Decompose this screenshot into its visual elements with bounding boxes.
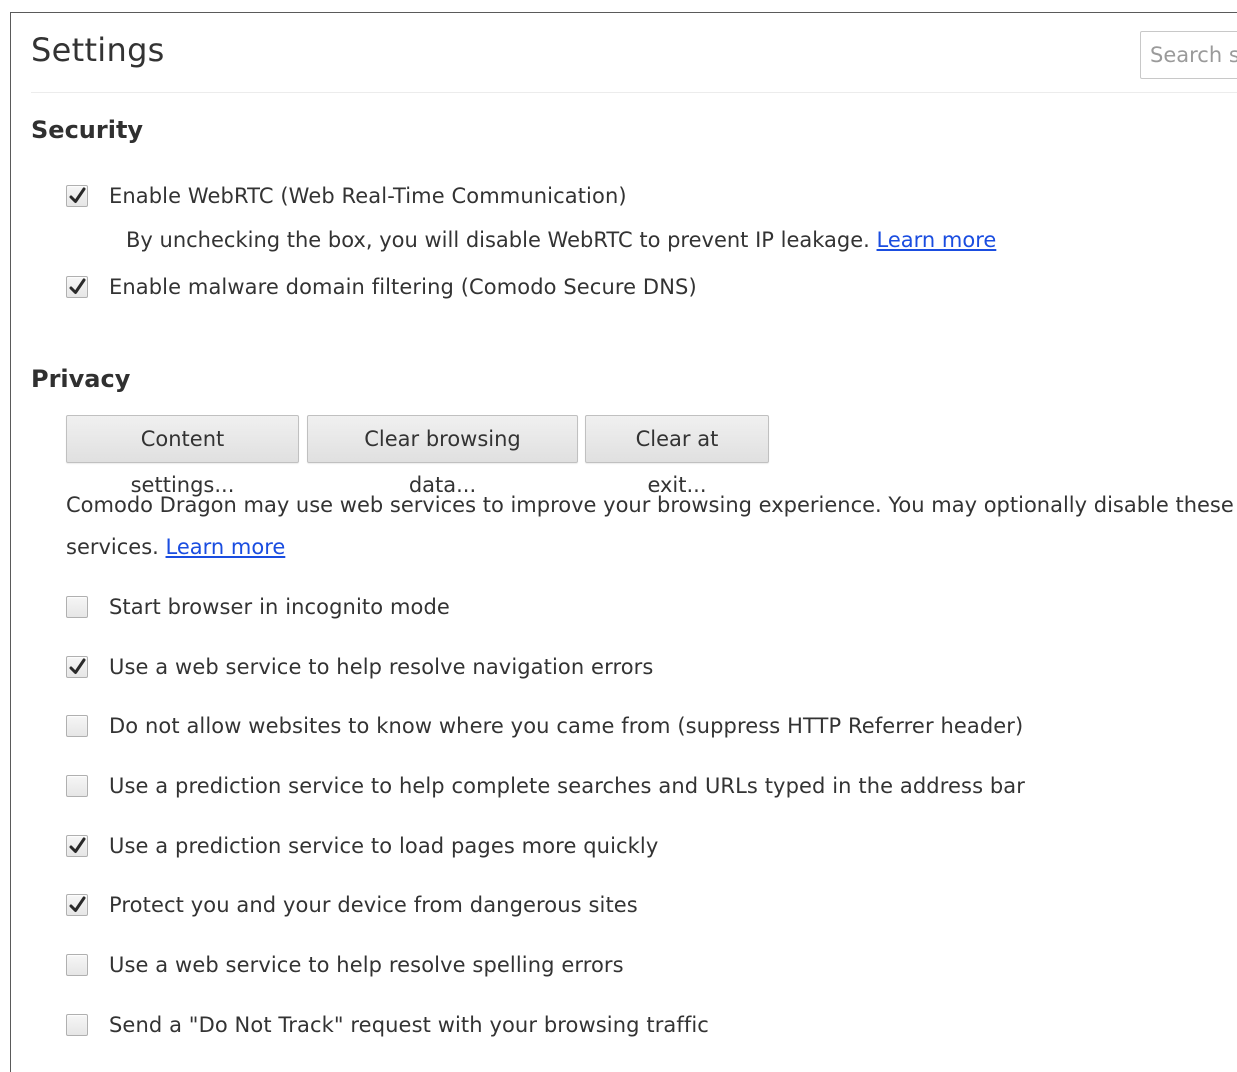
page-prediction-checkbox[interactable] xyxy=(66,835,88,857)
option-navigation-errors[interactable]: Use a web service to help resolve naviga… xyxy=(66,653,653,681)
checkmark-icon xyxy=(69,187,86,203)
option-label: Enable WebRTC (Web Real-Time Communicati… xyxy=(109,184,627,208)
privacy-description-line2: services. Learn more xyxy=(66,526,1237,568)
checkmark-icon xyxy=(69,278,86,294)
content-settings-button[interactable]: Content settings... xyxy=(66,415,299,497)
option-suppress-referrer[interactable]: Do not allow websites to know where you … xyxy=(66,712,1023,740)
option-label: Use a web service to help resolve naviga… xyxy=(109,655,654,679)
suppress-referrer-checkbox[interactable] xyxy=(66,715,88,737)
option-dangerous-sites[interactable]: Protect you and your device from dangero… xyxy=(66,891,638,919)
option-label: Do not allow websites to know where you … xyxy=(109,714,1024,738)
option-label: Start browser in incognito mode xyxy=(109,595,450,619)
option-label: Use a prediction service to load pages m… xyxy=(109,834,659,858)
search-input[interactable] xyxy=(1140,31,1237,79)
clear-at-exit-button[interactable]: Clear at exit... xyxy=(585,415,769,497)
option-webrtc[interactable]: Enable WebRTC (Web Real-Time Communicati… xyxy=(66,182,627,210)
page-title: Settings xyxy=(31,31,165,69)
webrtc-note: By unchecking the box, you will disable … xyxy=(126,228,996,252)
dangerous-sites-checkbox[interactable] xyxy=(66,894,88,916)
option-label: Use a web service to help resolve spelli… xyxy=(109,953,624,977)
checkmark-icon xyxy=(69,896,86,912)
privacy-description-services: services. xyxy=(66,535,159,559)
spelling-service-checkbox[interactable] xyxy=(66,954,88,976)
option-label: Send a "Do Not Track" request with your … xyxy=(109,1013,709,1037)
checkmark-icon xyxy=(69,658,86,674)
malware-filtering-checkbox[interactable] xyxy=(66,276,88,298)
option-do-not-track[interactable]: Send a "Do Not Track" request with your … xyxy=(66,1011,709,1039)
option-search-prediction[interactable]: Use a prediction service to help complet… xyxy=(66,772,1025,800)
option-label: Use a prediction service to help complet… xyxy=(109,774,1026,798)
option-spelling-service[interactable]: Use a web service to help resolve spelli… xyxy=(66,951,624,979)
section-title-privacy: Privacy xyxy=(31,365,131,393)
section-title-security: Security xyxy=(31,116,144,144)
incognito-checkbox[interactable] xyxy=(66,596,88,618)
clear-browsing-data-button[interactable]: Clear browsing data... xyxy=(307,415,578,497)
navigation-errors-checkbox[interactable] xyxy=(66,656,88,678)
privacy-learn-more-link[interactable]: Learn more xyxy=(166,535,286,559)
privacy-description-line1: Comodo Dragon may use web services to im… xyxy=(66,493,1234,517)
option-label: Protect you and your device from dangero… xyxy=(109,893,638,917)
checkmark-icon xyxy=(69,837,86,853)
search-prediction-checkbox[interactable] xyxy=(66,775,88,797)
option-incognito[interactable]: Start browser in incognito mode xyxy=(66,593,450,621)
do-not-track-checkbox[interactable] xyxy=(66,1014,88,1036)
option-label: Enable malware domain filtering (Comodo … xyxy=(109,275,697,299)
title-divider xyxy=(31,92,1237,93)
privacy-description: Comodo Dragon may use web services to im… xyxy=(66,484,1237,568)
option-malware-filtering[interactable]: Enable malware domain filtering (Comodo … xyxy=(66,273,697,301)
webrtc-learn-more-link[interactable]: Learn more xyxy=(877,228,997,252)
webrtc-note-text: By unchecking the box, you will disable … xyxy=(126,228,870,252)
webrtc-checkbox[interactable] xyxy=(66,185,88,207)
option-page-prediction[interactable]: Use a prediction service to load pages m… xyxy=(66,832,658,860)
